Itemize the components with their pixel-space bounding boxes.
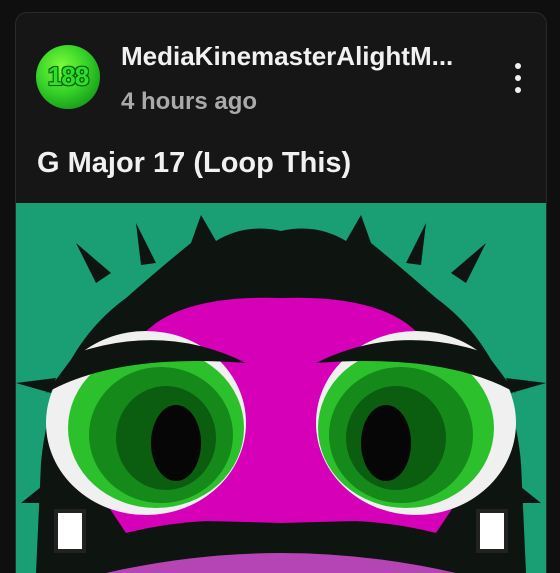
avatar-label: 188: [47, 61, 89, 91]
post-card[interactable]: 188 MediaKinemasterAlightM... 4 hours ag…: [15, 12, 547, 573]
channel-avatar[interactable]: 188: [36, 45, 100, 109]
post-thumbnail[interactable]: [16, 203, 546, 573]
post-title: G Major 17 (Loop This): [37, 147, 352, 179]
post-timestamp: 4 hours ago: [121, 88, 258, 115]
post-header: 188 MediaKinemasterAlightM... 4 hours ag…: [16, 13, 546, 133]
more-vert-icon[interactable]: [504, 59, 532, 97]
channel-name[interactable]: MediaKinemasterAlightM...: [121, 41, 491, 72]
thumbnail-image: [16, 203, 546, 573]
